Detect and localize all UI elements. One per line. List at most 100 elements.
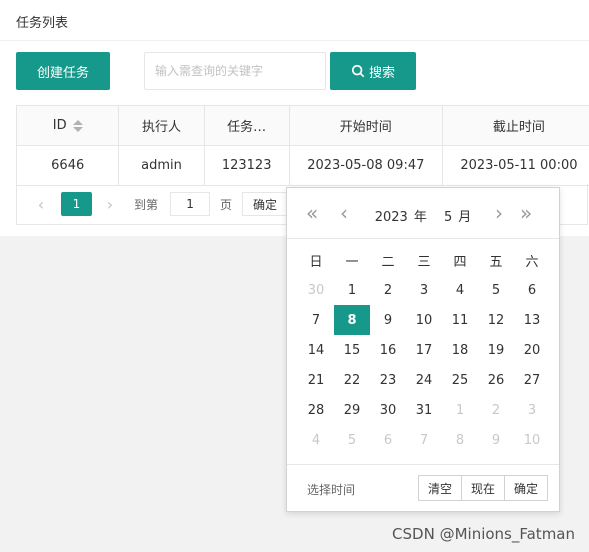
year-value[interactable]: 2023: [375, 210, 408, 225]
column-header-task: 任务…: [203, 105, 290, 146]
calendar-day[interactable]: 5: [478, 275, 514, 305]
goto-confirm-button[interactable]: 确定: [242, 192, 289, 216]
watermark: CSDN @Minions_Fatman: [392, 525, 575, 543]
weekday-label: 六: [525, 254, 539, 270]
table-header-row: ID 执行人 任务… 开始时间 截止时间: [15, 105, 589, 146]
page-unit-label: 页: [220, 197, 233, 212]
calendar-day[interactable]: 1: [334, 275, 370, 305]
calendar-day[interactable]: 18: [442, 335, 478, 365]
calendar-day[interactable]: 28: [298, 395, 334, 425]
calendar-day[interactable]: 1: [442, 395, 478, 425]
calendar-day[interactable]: 23: [370, 365, 406, 395]
calendar-day[interactable]: 2: [478, 395, 514, 425]
calendar-day[interactable]: 30: [298, 275, 334, 305]
weekday-label: 四: [453, 254, 467, 270]
weekday-label: 五: [489, 254, 503, 270]
column-header-executor: 执行人: [118, 105, 205, 146]
calendar-day[interactable]: 7: [298, 305, 334, 335]
search-input[interactable]: [144, 52, 326, 90]
calendar-day[interactable]: 6: [514, 275, 550, 305]
calendar-day[interactable]: 27: [514, 365, 550, 395]
calendar-day[interactable]: 4: [442, 275, 478, 305]
calendar-day[interactable]: 26: [478, 365, 514, 395]
cell-id: 6646: [15, 145, 120, 186]
task-table: ID 执行人 任务… 开始时间 截止时间 6646 admin 123123 2…: [15, 105, 589, 186]
calendar-day[interactable]: 19: [478, 335, 514, 365]
calendar-day[interactable]: 6: [370, 425, 406, 455]
calendar-week-row: 7 8 9 10 11 12 13: [298, 305, 550, 335]
weekday-row: 日 一 二 三 四 五 六: [298, 245, 550, 275]
column-header-start-time: 开始时间: [288, 105, 443, 146]
calendar-day[interactable]: 20: [514, 335, 550, 365]
calendar-day[interactable]: 21: [298, 365, 334, 395]
calendar-day[interactable]: 10: [406, 305, 442, 335]
weekday-label: 日: [309, 254, 323, 270]
date-picker-footer: 选择时间 清空 现在 确定: [287, 464, 559, 511]
calendar-grid: 日 一 二 三 四 五 六 30 1 2 3 4 5 6 7 8 9 10 11 12 13 14 15 16 1…: [298, 245, 550, 455]
calendar-day[interactable]: 15: [334, 335, 370, 365]
calendar-day[interactable]: 31: [406, 395, 442, 425]
current-page-button[interactable]: 1: [61, 192, 92, 216]
cell-start-time: 2023-05-08 09:47: [288, 145, 443, 186]
cell-executor: admin: [118, 145, 205, 186]
cell-end-time: 2023-05-11 00:00: [441, 145, 589, 186]
calendar-day[interactable]: 12: [478, 305, 514, 335]
table-row[interactable]: 6646 admin 123123 2023-05-08 09:47 2023-…: [15, 145, 589, 186]
calendar-day[interactable]: 14: [298, 335, 334, 365]
column-header-end-time: 截止时间: [441, 105, 589, 146]
calendar-week-row: 14 15 16 17 18 19 20: [298, 335, 550, 365]
calendar-day[interactable]: 3: [514, 395, 550, 425]
calendar-day[interactable]: 25: [442, 365, 478, 395]
date-picker-header: « ‹ 2023 年 5月 › »: [287, 188, 559, 239]
calendar-day[interactable]: 8: [442, 425, 478, 455]
sort-icon[interactable]: [72, 119, 83, 132]
goto-label: 到第: [134, 197, 159, 212]
confirm-button[interactable]: 确定: [503, 475, 548, 501]
calendar-week-row: 21 22 23 24 25 26 27: [298, 365, 550, 395]
calendar-week-row: 4 5 6 7 8 9 10: [298, 425, 550, 455]
next-month-icon[interactable]: ›: [495, 203, 503, 223]
date-picker-title: 2023 年 5月: [287, 206, 559, 225]
create-task-button[interactable]: 创建任务: [16, 52, 110, 90]
panel-title: 任务列表: [0, 0, 589, 41]
calendar-day[interactable]: 29: [334, 395, 370, 425]
goto-page-input[interactable]: 1: [170, 192, 211, 216]
weekday-label: 三: [417, 254, 431, 270]
calendar-day[interactable]: 2: [370, 275, 406, 305]
calendar-day[interactable]: 3: [406, 275, 442, 305]
next-year-icon[interactable]: »: [520, 203, 532, 223]
calendar-day[interactable]: 9: [370, 305, 406, 335]
year-unit: 年: [413, 210, 427, 225]
calendar-day[interactable]: 24: [406, 365, 442, 395]
calendar-day[interactable]: 22: [334, 365, 370, 395]
prev-page-icon[interactable]: ‹: [35, 193, 47, 215]
calendar-day[interactable]: 9: [478, 425, 514, 455]
search-icon: [351, 64, 365, 78]
search-button-label: 搜索: [368, 65, 395, 81]
calendar-day[interactable]: 17: [406, 335, 442, 365]
calendar-day[interactable]: 7: [406, 425, 442, 455]
calendar-day[interactable]: 11: [442, 305, 478, 335]
weekday-label: 二: [381, 254, 395, 270]
toolbar: 创建任务 搜索: [16, 52, 586, 90]
calendar-day[interactable]: 4: [298, 425, 334, 455]
calendar-day[interactable]: 5: [334, 425, 370, 455]
month-unit: 月: [458, 210, 472, 225]
calendar-day[interactable]: 13: [514, 305, 550, 335]
calendar-day-selected[interactable]: 8: [334, 305, 370, 335]
calendar-day[interactable]: 10: [514, 425, 550, 455]
cell-task: 123123: [203, 145, 290, 186]
date-picker: « ‹ 2023 年 5月 › » 日 一 二 三 四 五 六 30 1 2 3 4 5 6 7…: [286, 187, 560, 512]
weekday-label: 一: [345, 254, 359, 270]
calendar-week-row: 28 29 30 31 1 2 3: [298, 395, 550, 425]
next-page-icon[interactable]: ›: [104, 193, 116, 215]
choose-time-button[interactable]: 选择时间: [307, 481, 355, 498]
column-header-id[interactable]: ID: [15, 105, 120, 146]
now-button[interactable]: 现在: [460, 475, 505, 501]
month-value[interactable]: 5: [444, 210, 452, 225]
calendar-day[interactable]: 30: [370, 395, 406, 425]
search-button[interactable]: 搜索: [330, 52, 416, 90]
clear-button[interactable]: 清空: [417, 475, 462, 501]
calendar-week-row: 30 1 2 3 4 5 6: [298, 275, 550, 305]
calendar-day[interactable]: 16: [370, 335, 406, 365]
